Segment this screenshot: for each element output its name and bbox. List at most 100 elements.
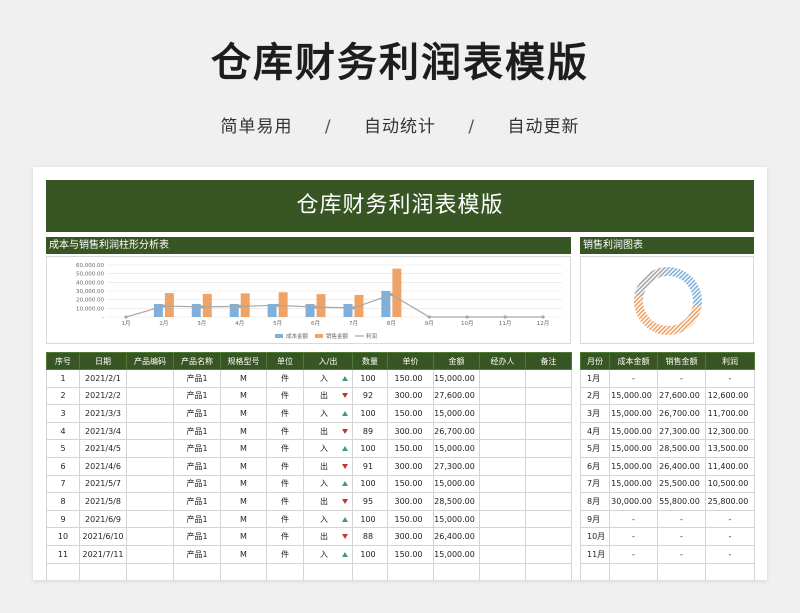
summary-cell-sales[interactable]: 27,600.00 [657,386,706,406]
table-cell-dir[interactable]: 出 [303,421,353,441]
table-cell-note[interactable] [525,527,572,546]
table-cell-dir[interactable]: 出 [303,386,353,406]
table-cell-no[interactable]: 4 [46,421,80,441]
table-cell-amount[interactable]: 15,000.00 [433,544,480,564]
summary-cell-month[interactable]: 5月 [580,439,610,458]
table-cell-name[interactable]: 产品1 [173,544,221,564]
table-cell-spec[interactable] [220,562,267,580]
table-cell-unit[interactable]: 件 [266,439,304,458]
table-cell-unit[interactable]: 件 [266,474,304,494]
table-cell-name[interactable]: 产品1 [173,456,221,476]
summary-cell-month[interactable]: 4月 [580,421,610,441]
table-cell-date[interactable]: 2021/2/2 [79,386,127,406]
table-cell-name[interactable]: 产品1 [173,369,221,388]
table-cell-qty[interactable] [352,562,388,580]
summary-cell-profit[interactable]: 12,300.00 [705,421,755,441]
table-cell-handler[interactable] [479,492,526,511]
table-cell-amount[interactable]: 28,500.00 [433,492,480,511]
table-cell-date[interactable]: 2021/6/9 [79,509,127,529]
summary-cell-cost[interactable]: 15,000.00 [609,404,658,423]
table-cell-unit[interactable]: 件 [266,386,304,406]
summary-cell-cost[interactable]: 15,000.00 [609,474,658,494]
table-cell-dir[interactable]: 入 [303,474,353,494]
table-cell-name[interactable]: 产品1 [173,386,221,406]
table-cell-handler[interactable] [479,404,526,423]
table-cell-date[interactable]: 2021/7/11 [79,544,127,564]
table-cell-price[interactable]: 300.00 [387,386,434,406]
table-cell-unit[interactable] [266,562,304,580]
table-cell-spec[interactable]: M [220,386,267,406]
table-cell-dir[interactable]: 入 [303,439,353,458]
table-cell-price[interactable]: 300.00 [387,456,434,476]
table-cell-unit[interactable]: 件 [266,544,304,564]
table-cell-code[interactable] [126,369,174,388]
table-cell-code[interactable] [126,456,174,476]
table-cell-qty[interactable]: 100 [352,369,388,388]
table-cell-code[interactable] [126,386,174,406]
table-cell-name[interactable]: 产品1 [173,474,221,494]
table-cell-dir[interactable]: 入 [303,404,353,423]
table-cell-date[interactable]: 2021/3/4 [79,421,127,441]
summary-cell-profit[interactable]: - [705,544,755,564]
table-cell-no[interactable]: 2 [46,386,80,406]
table-cell-dir[interactable]: 出 [303,456,353,476]
table-cell-unit[interactable]: 件 [266,492,304,511]
table-cell-qty[interactable]: 95 [352,492,388,511]
table-cell-spec[interactable]: M [220,421,267,441]
table-cell-spec[interactable]: M [220,404,267,423]
table-cell-code[interactable] [126,492,174,511]
table-cell-qty[interactable]: 89 [352,421,388,441]
table-cell-amount[interactable]: 15,000.00 [433,404,480,423]
table-cell-note[interactable] [525,369,572,388]
table-cell-no[interactable]: 11 [46,544,80,564]
table-cell-code[interactable] [126,404,174,423]
summary-cell-month[interactable]: 2月 [580,386,610,406]
summary-cell-profit[interactable]: - [705,369,755,388]
table-cell-amount[interactable]: 26,400.00 [433,527,480,546]
table-cell-code[interactable] [126,509,174,529]
table-cell-date[interactable]: 2021/4/6 [79,456,127,476]
summary-cell-cost[interactable]: 15,000.00 [609,386,658,406]
summary-cell-sales[interactable]: 26,400.00 [657,456,706,476]
table-cell-price[interactable]: 150.00 [387,544,434,564]
table-cell-spec[interactable]: M [220,456,267,476]
table-cell-spec[interactable]: M [220,492,267,511]
table-cell-price[interactable] [387,562,434,580]
table-cell-handler[interactable] [479,439,526,458]
table-cell-amount[interactable]: 15,000.00 [433,474,480,494]
table-cell-qty[interactable]: 91 [352,456,388,476]
table-cell-unit[interactable]: 件 [266,456,304,476]
table-cell-date[interactable]: 2021/4/5 [79,439,127,458]
table-cell-date[interactable]: 2021/2/1 [79,369,127,388]
table-cell-date[interactable]: 2021/6/10 [79,527,127,546]
table-cell-handler[interactable] [479,421,526,441]
table-cell-unit[interactable]: 件 [266,369,304,388]
summary-cell-month[interactable]: 11月 [580,544,610,564]
table-cell-qty[interactable]: 100 [352,474,388,494]
summary-cell-month[interactable]: 10月 [580,527,610,546]
table-cell-price[interactable]: 300.00 [387,492,434,511]
table-cell-price[interactable]: 300.00 [387,421,434,441]
table-cell-qty[interactable]: 100 [352,439,388,458]
table-cell-price[interactable]: 150.00 [387,474,434,494]
summary-cell-cost[interactable]: 15,000.00 [609,421,658,441]
table-cell-no[interactable]: 5 [46,439,80,458]
table-cell-amount[interactable]: 27,300.00 [433,456,480,476]
summary-cell-cost[interactable] [609,562,658,580]
table-cell-qty[interactable]: 92 [352,386,388,406]
summary-cell-month[interactable] [580,562,610,580]
table-cell-no[interactable]: 3 [46,404,80,423]
summary-cell-month[interactable]: 7月 [580,474,610,494]
table-cell-spec[interactable]: M [220,544,267,564]
table-cell-date[interactable] [79,562,127,580]
table-cell-date[interactable]: 2021/5/7 [79,474,127,494]
table-cell-qty[interactable]: 100 [352,509,388,529]
summary-cell-sales[interactable]: - [657,527,706,546]
summary-cell-sales[interactable]: - [657,544,706,564]
summary-cell-cost[interactable]: 30,000.00 [609,492,658,511]
summary-cell-month[interactable]: 6月 [580,456,610,476]
table-cell-code[interactable] [126,544,174,564]
table-cell-no[interactable]: 8 [46,492,80,511]
table-cell-note[interactable] [525,439,572,458]
table-cell-no[interactable]: 6 [46,456,80,476]
